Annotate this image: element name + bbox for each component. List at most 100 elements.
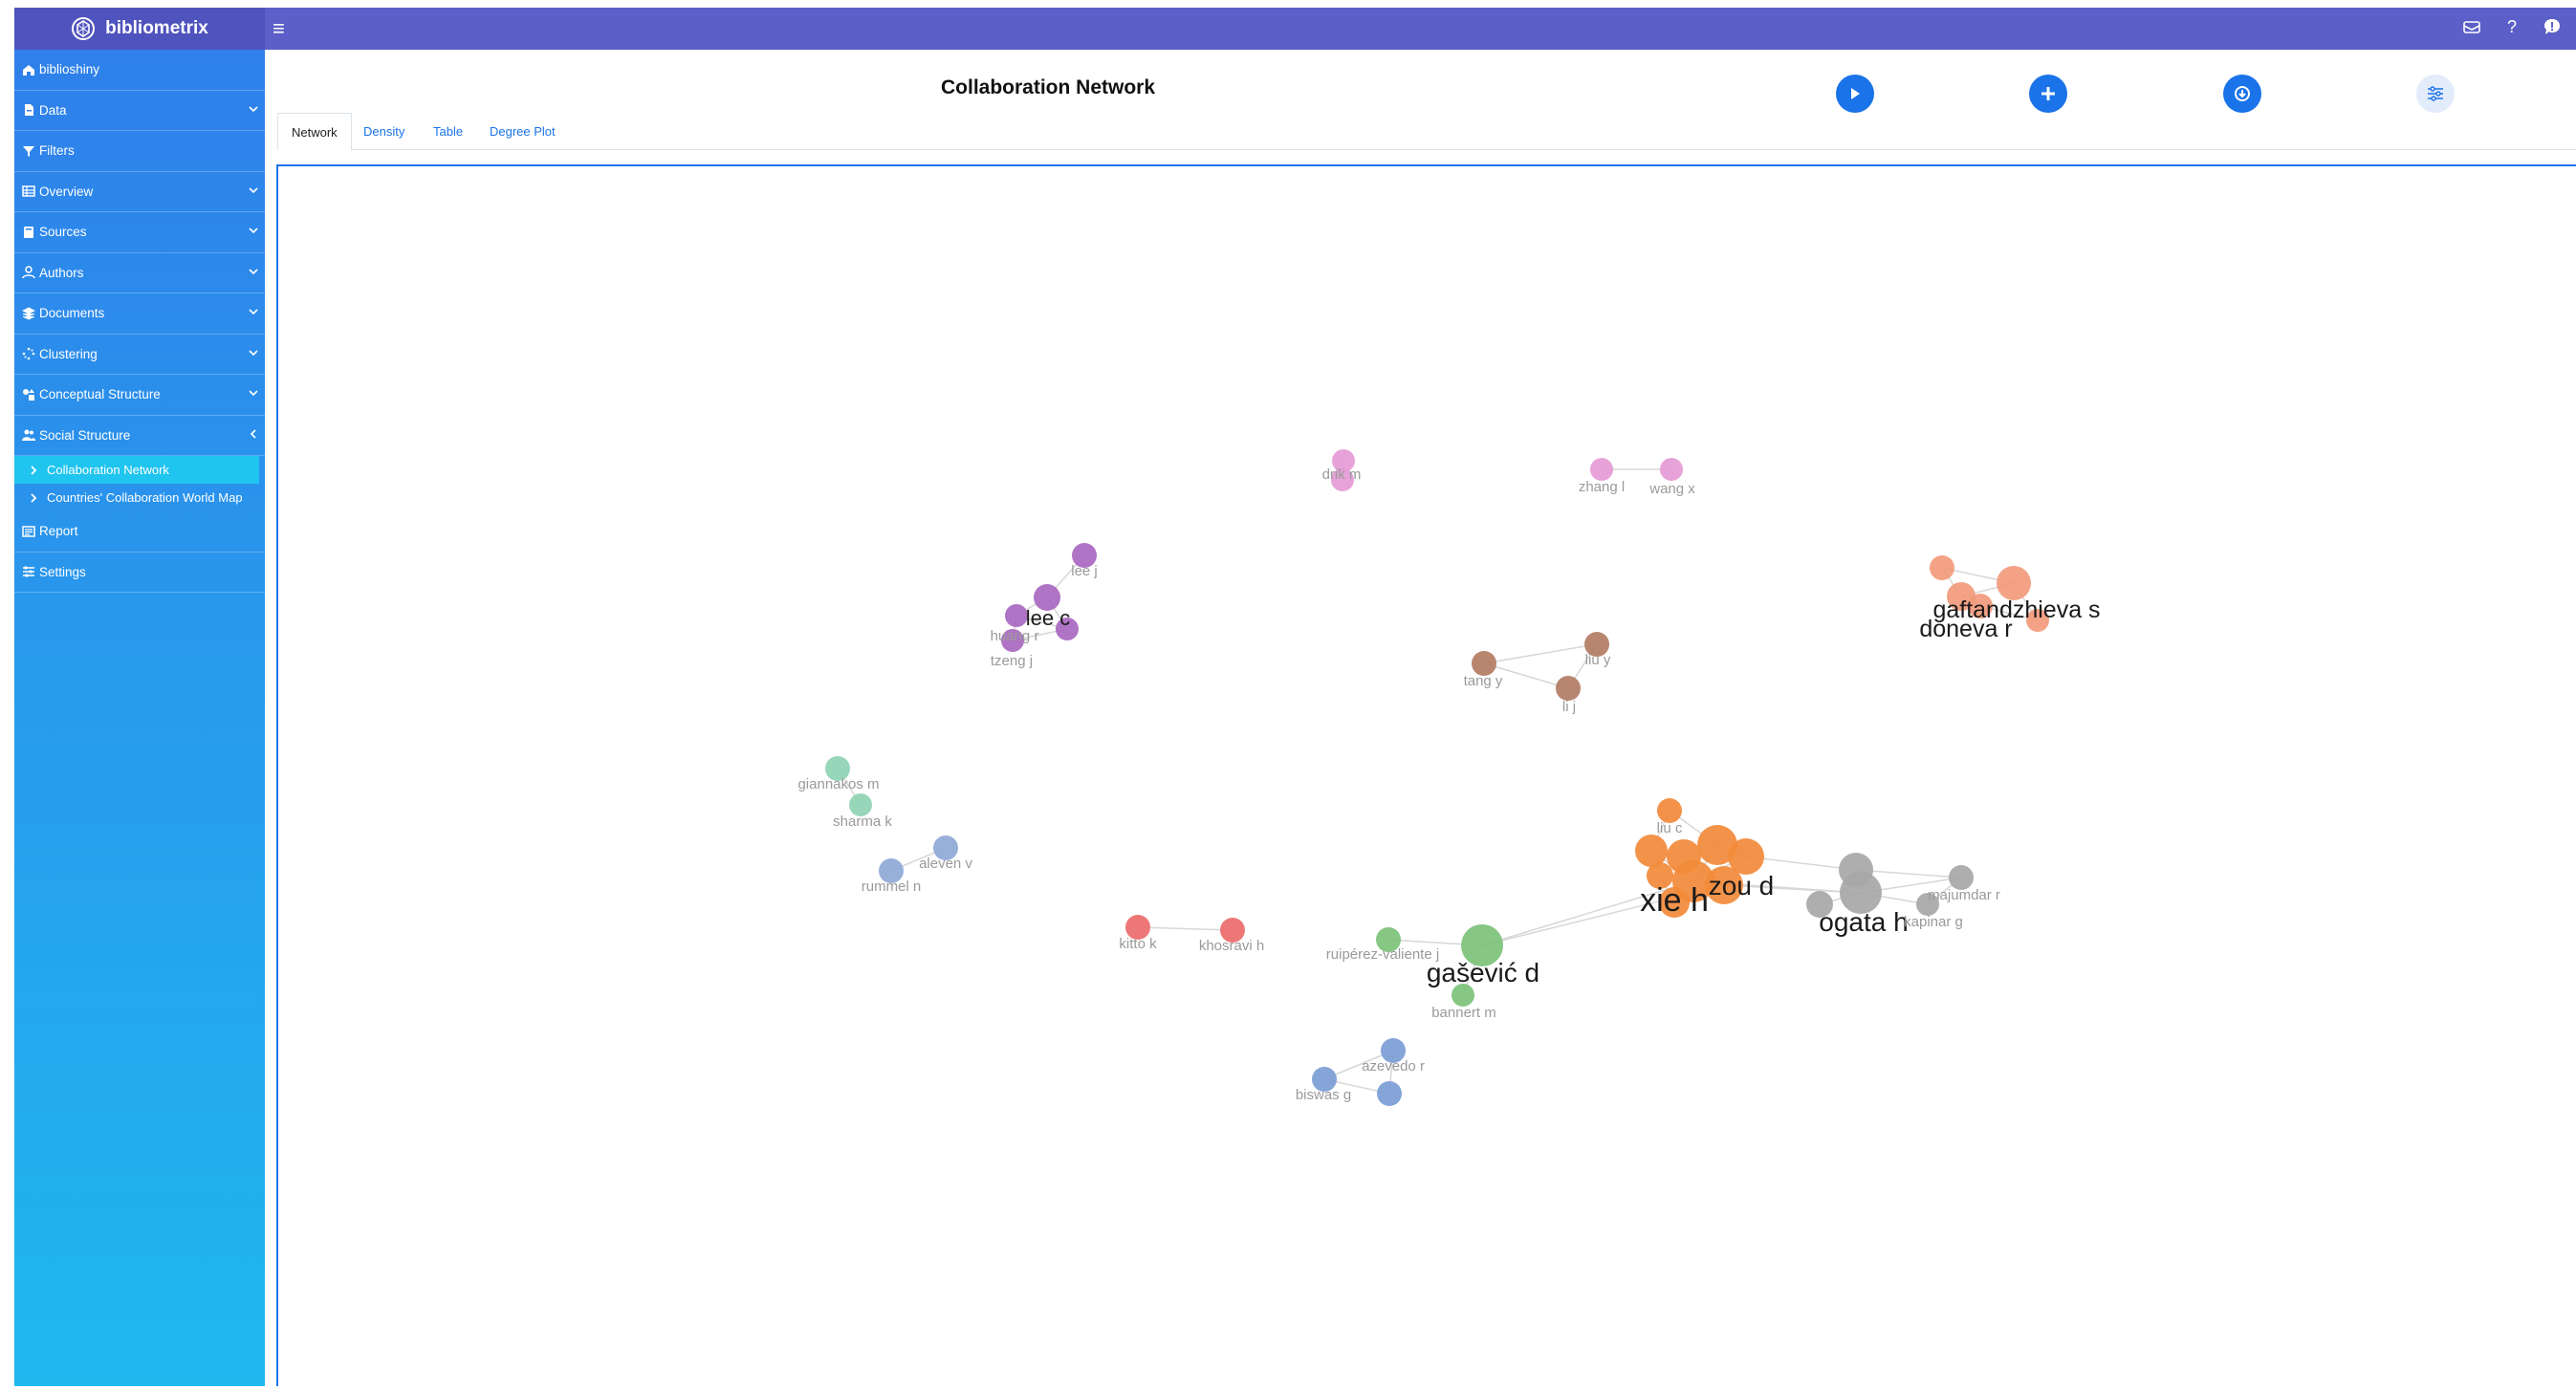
brand[interactable]: bibliometrix (14, 8, 265, 50)
node-label: gašević d (1427, 958, 1539, 987)
sidebar-item-report[interactable]: Report (14, 511, 265, 553)
node-label: lee j (1071, 563, 1098, 579)
sidebar-item-overview[interactable]: Overview (14, 172, 265, 212)
spinner-icon (22, 347, 35, 360)
sidebar-item-settings[interactable]: Settings (14, 553, 265, 593)
page-title: Collaboration Network (941, 76, 1156, 98)
node-label: tzeng j (991, 653, 1033, 669)
layers-icon (22, 307, 35, 320)
sidebar-subitem-label: Collaboration Network (47, 463, 169, 477)
brand-name: bibliometrix (105, 18, 208, 38)
sidebar-subitem-collaboration-network[interactable]: Collaboration Network (14, 456, 259, 484)
node-label: bannert m (1431, 1005, 1496, 1021)
sidebar-item-authors[interactable]: Authors (14, 253, 265, 293)
sidebar-item-label: Conceptual Structure (39, 387, 161, 402)
node-label: ogata h (1819, 907, 1908, 937)
help-icon[interactable]: ? (2501, 16, 2522, 37)
chevron-down-icon (249, 105, 258, 112)
network-node[interactable] (1635, 835, 1668, 867)
node-label: aleven v (919, 856, 972, 872)
sidebar-item-label: Report (39, 524, 78, 539)
network-node[interactable] (1660, 458, 1683, 481)
sliders-icon (23, 566, 34, 577)
network-node[interactable] (1377, 1081, 1402, 1106)
book-icon (24, 226, 33, 238)
sidebar-item-sources[interactable]: Sources (14, 212, 265, 253)
mail-icon[interactable] (2461, 16, 2482, 37)
node-label: doneva r (1919, 616, 2012, 642)
run-button[interactable] (1836, 75, 1874, 113)
top-bar: bibliometrix ≡ ? (14, 8, 2576, 50)
result-tabs: Network Density Table Degree Plot (277, 113, 2576, 151)
sidebar-item-label: Clustering (39, 346, 98, 361)
node-label: majumdar r (1928, 887, 2000, 903)
node-label: azevedo r (1362, 1058, 1425, 1074)
sidebar-item-filters[interactable]: Filters (14, 131, 265, 172)
bibliometrix-logo-icon (72, 17, 96, 40)
node-label: xie h (1640, 882, 1709, 919)
sidebar-item-label: Documents (39, 306, 105, 321)
chevron-down-icon (249, 349, 258, 356)
node-label: ruipérez-valiente j (1326, 946, 1439, 963)
chevron-right-icon (31, 465, 37, 475)
sidebar: biblioshiny Data Filters Overview Sources Aut… (14, 50, 265, 1386)
sidebar-item-label: Data (39, 102, 67, 118)
file-icon (25, 104, 33, 117)
filter-icon (23, 145, 34, 157)
node-label: biswas g (1296, 1087, 1351, 1103)
network-node[interactable] (1590, 458, 1613, 481)
tab-table[interactable]: Table (433, 113, 463, 149)
options-button[interactable] (2416, 75, 2455, 113)
node-label: lee c (1026, 606, 1070, 630)
sidebar-item-social-structure[interactable]: Social Structure (14, 416, 265, 456)
network-edge (1137, 926, 1233, 931)
options-icon (2428, 86, 2443, 101)
node-label: huang r (991, 628, 1039, 644)
chevron-down-icon (249, 186, 258, 193)
sidebar-item-clustering[interactable]: Clustering (14, 335, 265, 375)
add-button[interactable] (2029, 75, 2067, 113)
node-label: wang x (1648, 481, 1695, 497)
report-icon (22, 526, 35, 537)
chevron-down-icon (249, 390, 258, 397)
download-icon (2235, 86, 2250, 101)
node-label: drik m (1322, 466, 1362, 483)
shapes-icon (23, 388, 34, 401)
sidebar-item-data[interactable]: Data (14, 91, 265, 131)
chevron-down-icon (249, 309, 258, 315)
network-edge (1483, 643, 1598, 664)
network-node[interactable] (1930, 555, 1954, 580)
network-node[interactable] (1556, 676, 1581, 701)
network-canvas[interactable]: drik m zhang l wang x lee j lee c huang r tzen… (276, 164, 2576, 1386)
chat-icon[interactable] (2542, 16, 2563, 37)
sidebar-item-conceptual-structure[interactable]: Conceptual Structure (14, 375, 265, 416)
plus-icon (2041, 87, 2055, 100)
sidebar-item-biblioshiny[interactable]: biblioshiny (14, 50, 265, 91)
sidebar-item-documents[interactable]: Documents (14, 293, 265, 335)
download-button[interactable] (2223, 75, 2261, 113)
home-icon (23, 64, 34, 76)
play-icon (1851, 88, 1860, 99)
collaboration-network-graph[interactable]: drik m zhang l wang x lee j lee chuang r tzen… (278, 166, 2576, 1388)
sidebar-item-label: Overview (39, 184, 94, 199)
menu-icon[interactable]: ≡ (273, 16, 285, 41)
node-label: liu c (1657, 820, 1683, 836)
node-label: zou d (1709, 871, 1775, 900)
table-icon (22, 185, 35, 197)
sidebar-subitem-countries-collaboration-world-map[interactable]: Countries' Collaboration World Map (14, 484, 265, 511)
sidebar-subitem-label: Countries' Collaboration World Map (47, 490, 243, 505)
node-label: li j (1562, 699, 1576, 715)
node-label: liu y (1585, 652, 1611, 668)
network-node[interactable] (1005, 604, 1028, 627)
tab-degree-plot[interactable]: Degree Plot (490, 113, 556, 149)
sidebar-item-label: Filters (39, 143, 75, 159)
node-label: sharma k (833, 813, 892, 830)
chevron-down-icon (249, 268, 258, 274)
node-label: khosravi h (1199, 938, 1264, 954)
network-node[interactable] (1997, 566, 2031, 600)
tab-density[interactable]: Density (363, 113, 404, 149)
chevron-right-icon (31, 492, 37, 503)
tab-network[interactable]: Network (277, 113, 352, 151)
chevron-left-icon (250, 428, 256, 439)
node-label: giannakos m (797, 776, 879, 792)
